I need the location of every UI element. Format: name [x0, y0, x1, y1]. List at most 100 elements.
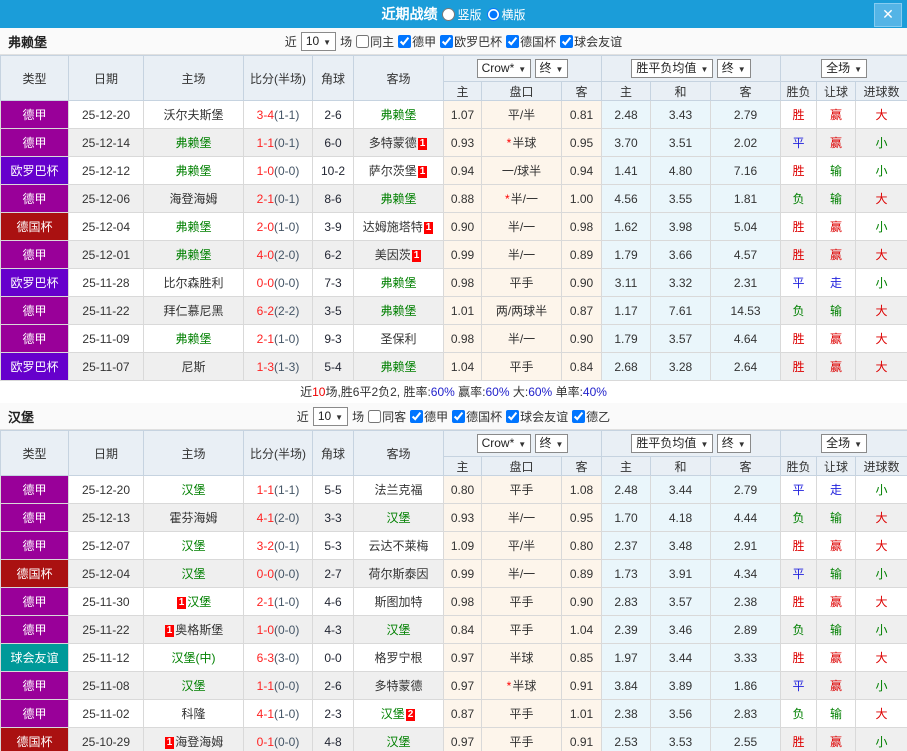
asian-handicap: 两/两球半: [481, 296, 562, 325]
col-avg-away: 客: [710, 456, 782, 476]
match-count-select[interactable]: 10: [312, 406, 349, 426]
match-count-select[interactable]: 10: [300, 31, 337, 51]
col-result-handicap: 让球: [816, 456, 857, 476]
avg-draw-odds: 3.51: [650, 128, 712, 157]
avg-odds-select[interactable]: 胜平负均值: [631, 59, 714, 78]
team-label: 海登海姆: [169, 192, 218, 206]
away-team-cell: 弗赖堡: [353, 296, 444, 325]
league-filter[interactable]: 球会友谊: [560, 33, 622, 50]
layout-vertical-option[interactable]: 竖版: [442, 6, 482, 23]
team-label: 荷尔斯泰因: [368, 567, 429, 581]
match-score: 1-3(1-3): [243, 352, 313, 381]
summary-segment: 大:: [509, 385, 529, 399]
scope-select[interactable]: 全场: [821, 434, 868, 453]
corner-count: 9-3: [312, 324, 354, 353]
result-goals: 大: [855, 503, 907, 532]
league-filter[interactable]: 德国杯: [506, 33, 556, 50]
fulltime-score: 1-1: [256, 678, 274, 693]
col-result-goals: 进球数: [855, 81, 907, 101]
match-row: 德国杯 25-10-29 1 海登海姆 0-1(0-0) 4-8 汉堡 0.97 平手 0.91 2…: [0, 727, 907, 751]
match-date: 25-11-28: [68, 268, 144, 297]
avg-final-select[interactable]: 终: [716, 59, 751, 78]
league-type-badge: 德甲: [0, 671, 69, 700]
league-checkbox[interactable]: [560, 34, 574, 48]
asian-away-odds: 0.90: [560, 587, 603, 616]
layout-horizontal-option[interactable]: 横版: [486, 6, 526, 23]
bookmaker-select[interactable]: Crow*: [476, 434, 532, 453]
asian-away-odds: 0.91: [560, 671, 603, 700]
team-label: 汉堡(中): [171, 651, 216, 665]
same-venue-label: 同主: [370, 34, 395, 49]
avg-home-odds: 2.53: [601, 727, 652, 751]
avg-draw-odds: 3.48: [650, 531, 712, 560]
result-handicap: 输: [816, 559, 857, 588]
league-type-badge: 德甲: [0, 699, 69, 728]
result-handicap: 输: [816, 296, 857, 325]
same-venue-checkbox[interactable]: [368, 409, 382, 423]
asian-final-select[interactable]: 终: [534, 59, 569, 78]
corner-count: 5-4: [312, 352, 354, 381]
team-label: 汉堡: [386, 735, 411, 749]
avg-final-select[interactable]: 终: [716, 434, 751, 453]
avg-draw-odds: 3.91: [650, 559, 712, 588]
bookmaker-select[interactable]: Crow*: [476, 59, 532, 78]
league-checkbox[interactable]: [398, 34, 412, 48]
match-row: 德甲 25-11-09 弗赖堡 2-1(1-0) 9-3 圣保利 0.98 半/一 0.90 1.…: [0, 324, 907, 353]
result-wdl: 胜: [780, 587, 818, 616]
close-button[interactable]: ✕: [874, 3, 902, 27]
avg-home-odds: 3.84: [601, 671, 652, 700]
fulltime-score: 2-0: [256, 219, 274, 234]
league-label: 德国杯: [466, 409, 503, 424]
league-checkbox[interactable]: [572, 409, 586, 423]
col-avg-home: 主: [601, 456, 652, 476]
home-team-cell: 弗赖堡: [143, 128, 244, 157]
team-label: 弗赖堡: [175, 332, 212, 346]
same-venue-filter[interactable]: 同主: [356, 33, 394, 50]
same-venue-filter[interactable]: 同客: [368, 408, 406, 425]
result-goals: 大: [855, 240, 907, 269]
league-checkbox[interactable]: [410, 409, 424, 423]
league-checkbox[interactable]: [506, 34, 520, 48]
corner-count: 7-3: [312, 268, 354, 297]
scope-select[interactable]: 全场: [821, 59, 868, 78]
league-checkbox[interactable]: [506, 409, 520, 423]
league-checkbox[interactable]: [452, 409, 466, 423]
col-result-wdl: 胜负: [780, 81, 818, 101]
league-filter[interactable]: 德甲: [398, 33, 436, 50]
summary-segment: 近: [300, 385, 313, 399]
match-row: 德甲 25-12-06 海登海姆 2-1(0-1) 8-6 弗赖堡 0.88 *半/一 1.00…: [0, 184, 907, 213]
avg-home-odds: 2.68: [601, 352, 652, 381]
avg-draw-odds: 3.46: [650, 615, 712, 644]
league-checkbox[interactable]: [440, 34, 454, 48]
team-label: 汉堡: [386, 511, 411, 525]
result-handicap: 输: [816, 503, 857, 532]
match-score: 2-1(1-0): [243, 324, 313, 353]
league-filter[interactable]: 球会友谊: [506, 408, 568, 425]
team-label: 弗赖堡: [175, 220, 212, 234]
avg-home-odds: 4.56: [601, 184, 652, 213]
same-venue-checkbox[interactable]: [356, 34, 370, 48]
match-date: 25-12-13: [68, 503, 144, 532]
summary-segment: 60%: [430, 385, 455, 399]
avg-odds-select[interactable]: 胜平负均值: [631, 434, 714, 453]
league-filter[interactable]: 德甲: [410, 408, 448, 425]
avg-draw-odds: 3.57: [650, 587, 712, 616]
avg-draw-odds: 3.89: [650, 671, 712, 700]
league-filter[interactable]: 德国杯: [452, 408, 502, 425]
asian-away-odds: 0.90: [560, 268, 603, 297]
layout-vertical-radio[interactable]: [442, 7, 456, 21]
asian-final-select[interactable]: 终: [534, 434, 569, 453]
league-filters: 德甲 欧罗巴杯 德国杯 球会友谊: [398, 33, 622, 50]
home-team-cell: 尼斯: [143, 352, 244, 381]
team-label: 云达不莱梅: [368, 539, 429, 553]
home-team-cell: 比尔森胜利: [143, 268, 244, 297]
match-date: 25-12-06: [68, 184, 144, 213]
league-filter[interactable]: 德乙: [572, 408, 610, 425]
avg-home-odds: 1.79: [601, 324, 652, 353]
layout-vertical-label: 竖版: [457, 7, 482, 22]
layout-horizontal-radio[interactable]: [486, 7, 500, 21]
handicap-star: *: [504, 192, 510, 206]
fulltime-score: 0-0: [256, 275, 274, 290]
league-filter[interactable]: 欧罗巴杯: [440, 33, 502, 50]
asian-away-odds: 0.87: [560, 296, 603, 325]
